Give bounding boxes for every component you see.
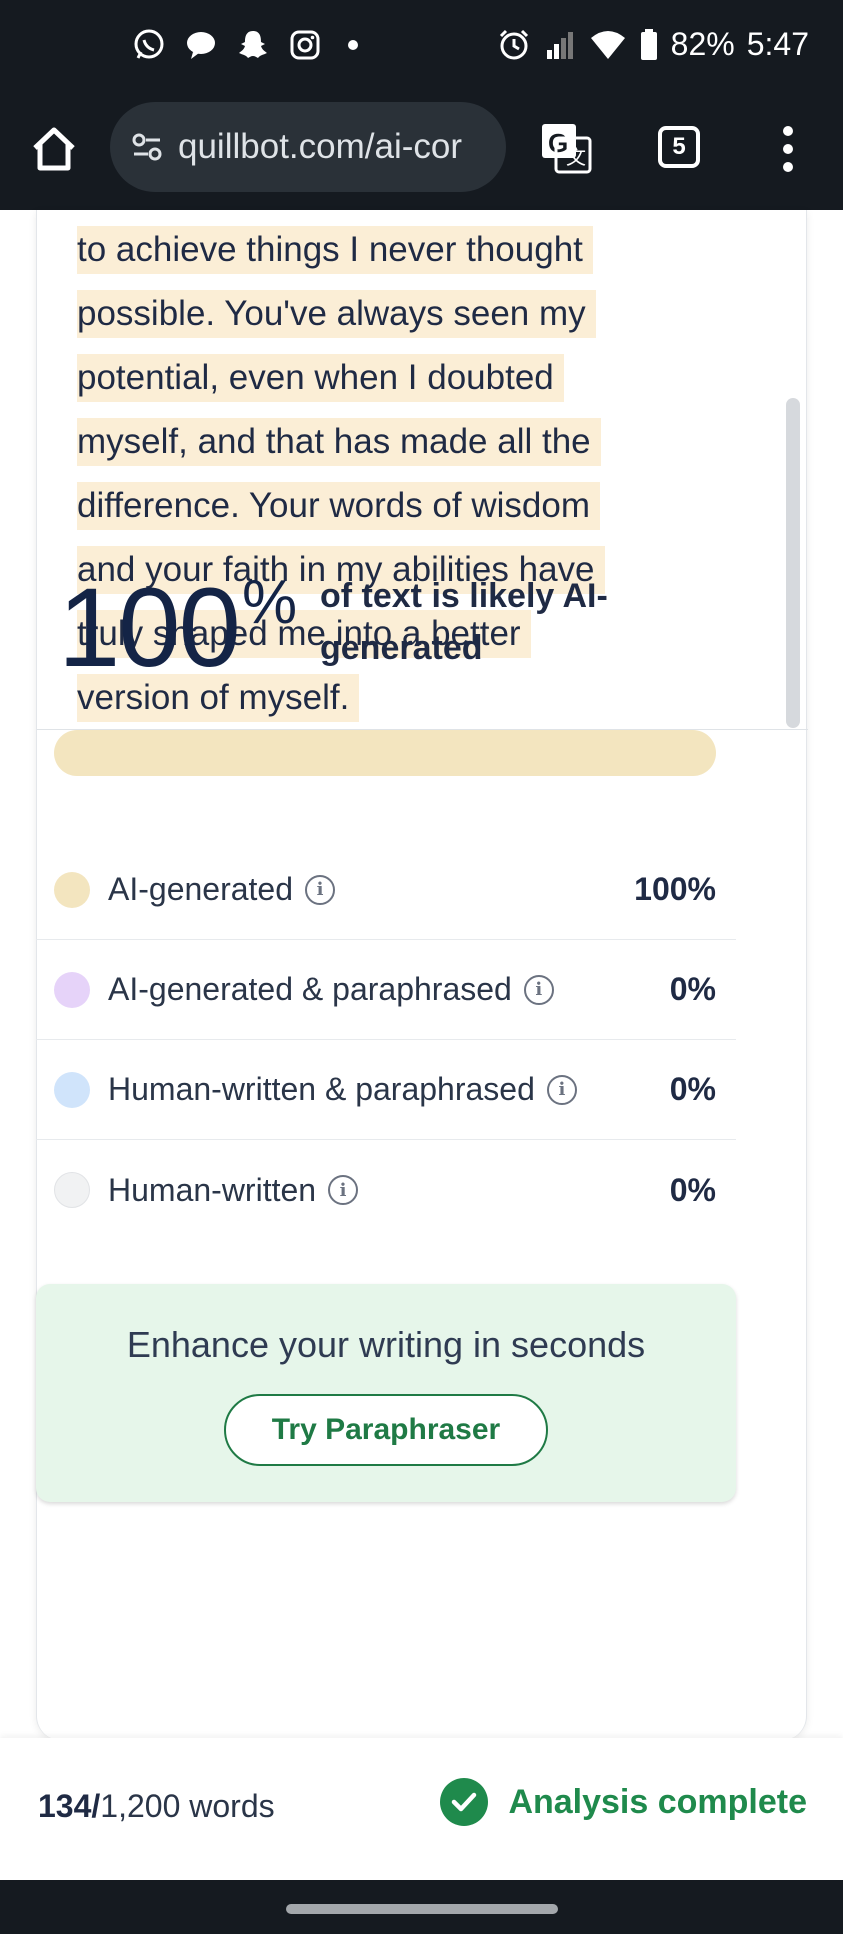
tab-switcher-button[interactable]: 5 <box>658 126 700 168</box>
category-label: Human-written <box>108 1171 317 1208</box>
highlighted-sentence: to achieve things I never thought <box>77 226 593 274</box>
analysis-status: Analysis complete <box>440 1778 807 1826</box>
category-percentage: 0% <box>669 971 716 1007</box>
checkmark-icon <box>440 1778 489 1826</box>
address-bar[interactable]: quillbot.com/ai-cor <box>110 102 506 192</box>
score-description: of text is likely AI-generated <box>320 577 608 667</box>
highlighted-sentence: possible. You've always seen my <box>77 290 596 338</box>
system-status: 82% 5:47 <box>497 26 809 63</box>
breakdown-row: AI-generated i 100% <box>36 840 736 940</box>
category-color-dot <box>54 1172 90 1208</box>
gesture-handle[interactable] <box>286 1904 558 1914</box>
notification-dot <box>348 40 358 50</box>
category-percentage: 0% <box>669 1071 716 1107</box>
info-icon[interactable]: i <box>328 1175 359 1205</box>
notification-icons <box>132 28 358 62</box>
wifi-icon <box>590 30 625 59</box>
text-line: difference. Your words of wisdom <box>77 482 605 546</box>
analysis-footer: 134/1,200 words Analysis complete <box>0 1738 843 1880</box>
browser-menu-button[interactable] <box>778 126 798 172</box>
highlighted-sentence: difference. Your words of wisdom <box>77 482 600 530</box>
clock: 5:47 <box>746 26 809 62</box>
status-bar: 82% 5:47 <box>0 0 843 96</box>
text-line: potential, even when I doubted <box>77 354 605 418</box>
signal-icon <box>546 31 573 59</box>
browser-toolbar: quillbot.com/ai-cor G文 5 <box>0 96 843 210</box>
svg-text:文: 文 <box>566 145 586 169</box>
breakdown-row: Human-written & paraphrased i 0% <box>36 1040 736 1140</box>
menu-dot <box>783 162 793 172</box>
text-scrollbar[interactable] <box>786 398 800 728</box>
info-icon[interactable]: i <box>523 974 554 1005</box>
text-line: possible. You've always seen my <box>77 290 605 354</box>
category-percentage: 100% <box>634 871 716 907</box>
score-value: 100 <box>58 565 241 690</box>
category-label: AI-generated <box>108 871 294 907</box>
try-paraphraser-button[interactable]: Try Paraphraser <box>224 1394 548 1466</box>
menu-dot <box>783 144 793 154</box>
category-label: AI-generated & paraphrased <box>108 971 512 1007</box>
ai-score-bar <box>54 730 716 776</box>
battery-icon <box>640 28 657 60</box>
breakdown-row: AI-generated & paraphrased i 0% <box>36 940 736 1040</box>
score-breakdown-list: AI-generated i 100% AI-generated & paraphra… <box>36 840 736 1240</box>
chat-bubble-icon <box>184 28 218 62</box>
highlighted-sentence: potential, even when I doubted <box>77 354 564 402</box>
instagram-icon <box>288 28 322 62</box>
breakdown-row: Human-written i 0% <box>36 1140 736 1240</box>
score-percent-sign: % <box>242 568 298 637</box>
word-count-limit: 1,200 words <box>100 1788 275 1824</box>
text-line: to achieve things I never thought <box>77 226 605 290</box>
site-settings-icon[interactable] <box>130 130 164 164</box>
ai-score-bar-fill <box>54 730 716 776</box>
category-color-dot <box>54 1071 90 1108</box>
menu-dot <box>783 126 793 136</box>
home-button[interactable] <box>30 124 78 176</box>
home-icon <box>33 127 75 171</box>
system-nav-bar <box>0 1880 843 1934</box>
category-color-dot <box>54 871 90 908</box>
snapchat-icon <box>236 28 270 62</box>
paraphraser-promo: Enhance your writing in seconds Try Para… <box>36 1284 736 1502</box>
analysis-status-text: Analysis complete <box>508 1782 807 1821</box>
whatsapp-icon <box>132 28 166 62</box>
info-icon[interactable]: i <box>305 874 336 905</box>
word-count: 134/1,200 words <box>38 1788 275 1825</box>
category-percentage: 0% <box>669 1171 716 1208</box>
info-icon[interactable]: i <box>546 1074 577 1105</box>
translate-icon: G文 <box>542 124 592 174</box>
highlighted-sentence: myself, and that has made all the <box>77 418 601 466</box>
category-color-dot <box>54 971 90 1008</box>
alarm-icon <box>499 29 528 59</box>
url-text: quillbot.com/ai-cor <box>178 127 462 166</box>
translate-button[interactable]: G文 <box>540 122 592 174</box>
category-label: Human-written & paraphrased <box>108 1071 535 1107</box>
promo-title: Enhance your writing in seconds <box>126 1324 646 1365</box>
text-line: myself, and that has made all the <box>77 418 605 482</box>
word-count-used: 134/ <box>38 1788 101 1824</box>
battery-level: 82% <box>670 26 735 62</box>
